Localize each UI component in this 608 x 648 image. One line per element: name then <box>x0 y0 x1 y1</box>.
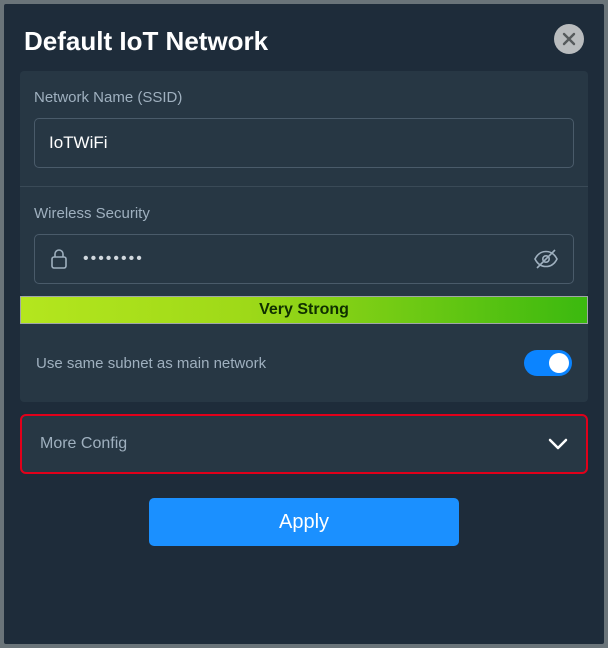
close-button[interactable] <box>554 24 584 54</box>
more-config-button[interactable]: More Config <box>20 414 588 474</box>
password-strength-bar: Very Strong <box>20 296 588 324</box>
close-icon <box>562 32 576 46</box>
eye-off-icon <box>533 248 559 270</box>
actions-row: Apply <box>4 498 604 546</box>
subnet-section: Use same subnet as main network <box>20 324 588 402</box>
modal-title: Default IoT Network <box>24 26 268 57</box>
ssid-input[interactable] <box>34 118 574 168</box>
password-input[interactable]: •••••••• <box>34 234 574 284</box>
ssid-label: Network Name (SSID) <box>34 89 574 106</box>
ssid-section: Network Name (SSID) <box>20 71 588 187</box>
modal-header: Default IoT Network <box>4 4 604 71</box>
lock-icon <box>49 248 69 270</box>
subnet-toggle[interactable] <box>524 350 572 376</box>
password-strength-label: Very Strong <box>259 301 349 319</box>
form-panel: Network Name (SSID) Wireless Security ••… <box>20 71 588 296</box>
subnet-label: Use same subnet as main network <box>36 355 266 372</box>
chevron-down-icon <box>548 438 568 450</box>
iot-network-modal: Default IoT Network Network Name (SSID) … <box>4 4 604 644</box>
password-mask: •••••••• <box>83 250 519 268</box>
security-section: Wireless Security •••••••• <box>20 187 588 296</box>
toggle-knob <box>549 353 569 373</box>
more-config-label: More Config <box>40 435 127 453</box>
toggle-visibility-button[interactable] <box>533 248 559 270</box>
apply-button[interactable]: Apply <box>149 498 459 546</box>
form-panel-lower: Use same subnet as main network <box>20 324 588 402</box>
security-label: Wireless Security <box>34 205 574 222</box>
